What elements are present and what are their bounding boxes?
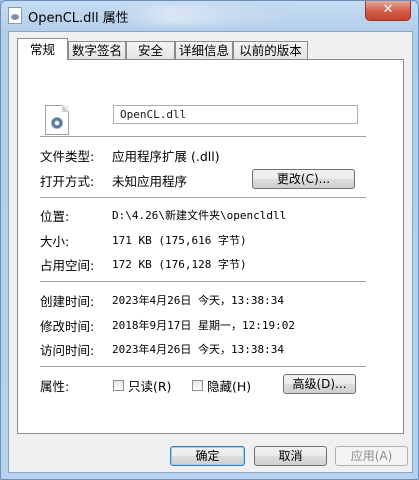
tab-details[interactable]: 详细信息 <box>175 41 233 59</box>
tab-previous-versions[interactable]: 以前的版本 <box>233 41 308 59</box>
opens-with-label: 打开方式: <box>40 174 95 189</box>
dialog-client: 常规 数字签名 安全 详细信息 以前的版本 OpenCL.dll 文件类型: 应… <box>8 31 413 473</box>
location-value: D:\4.26\新建文件夹\opencldll <box>112 209 287 222</box>
separator <box>40 366 366 368</box>
attributes-label: 属性: <box>40 379 70 394</box>
ok-button[interactable]: 确定 <box>170 446 245 466</box>
dll-file-icon <box>45 105 69 135</box>
tab-digital-signatures[interactable]: 数字签名 <box>68 41 126 59</box>
close-icon: ✕ <box>382 2 394 17</box>
created-value: 2023年4月26日 今天，13:38:34 <box>112 294 284 307</box>
advanced-button[interactable]: 高级(D)... <box>283 374 356 394</box>
accessed-label: 访问时间: <box>40 343 95 358</box>
window-title: OpenCL.dll 属性 <box>28 11 129 26</box>
tab-general[interactable]: 常规 <box>17 38 68 60</box>
hidden-checkbox[interactable] <box>192 380 203 391</box>
title-blur <box>121 5 291 25</box>
size-on-disk-value: 172 KB (176,128 字节) <box>112 258 247 271</box>
file-name-field[interactable]: OpenCL.dll <box>113 105 358 124</box>
close-button[interactable]: ✕ <box>365 1 411 21</box>
size-label: 大小: <box>40 234 70 249</box>
modified-value: 2018年9月17日 星期一，12:19:02 <box>112 319 295 332</box>
file-type-label: 文件类型: <box>40 149 95 164</box>
accessed-value: 2023年4月26日 今天，13:38:34 <box>112 343 284 356</box>
title-bar[interactable]: OpenCL.dll 属性 ✕ <box>1 1 418 31</box>
location-label: 位置: <box>40 209 70 224</box>
opens-with-value: 未知应用程序 <box>112 174 188 189</box>
readonly-checkbox[interactable] <box>113 380 124 391</box>
tab-security[interactable]: 安全 <box>126 41 175 59</box>
change-button[interactable]: 更改(C)... <box>252 169 355 189</box>
general-panel: OpenCL.dll 文件类型: 应用程序扩展 (.dll) 打开方式: 未知应… <box>17 59 404 434</box>
properties-window: OpenCL.dll 属性 ✕ 常规 数字签名 安全 详细信息 以前的版本 Op… <box>0 0 419 480</box>
file-type-value: 应用程序扩展 (.dll) <box>112 149 220 164</box>
created-label: 创建时间: <box>40 294 95 309</box>
separator <box>40 136 366 138</box>
apply-button: 应用(A) <box>335 446 408 466</box>
readonly-label[interactable]: 只读(R) <box>128 376 171 395</box>
cancel-button[interactable]: 取消 <box>254 446 327 466</box>
size-on-disk-label: 占用空间: <box>40 258 95 273</box>
dll-file-icon <box>8 7 22 24</box>
hidden-label[interactable]: 隐藏(H) <box>207 376 251 395</box>
separator <box>40 281 366 283</box>
size-value: 171 KB (175,616 字节) <box>112 234 247 247</box>
separator <box>40 197 366 199</box>
modified-label: 修改时间: <box>40 319 95 334</box>
